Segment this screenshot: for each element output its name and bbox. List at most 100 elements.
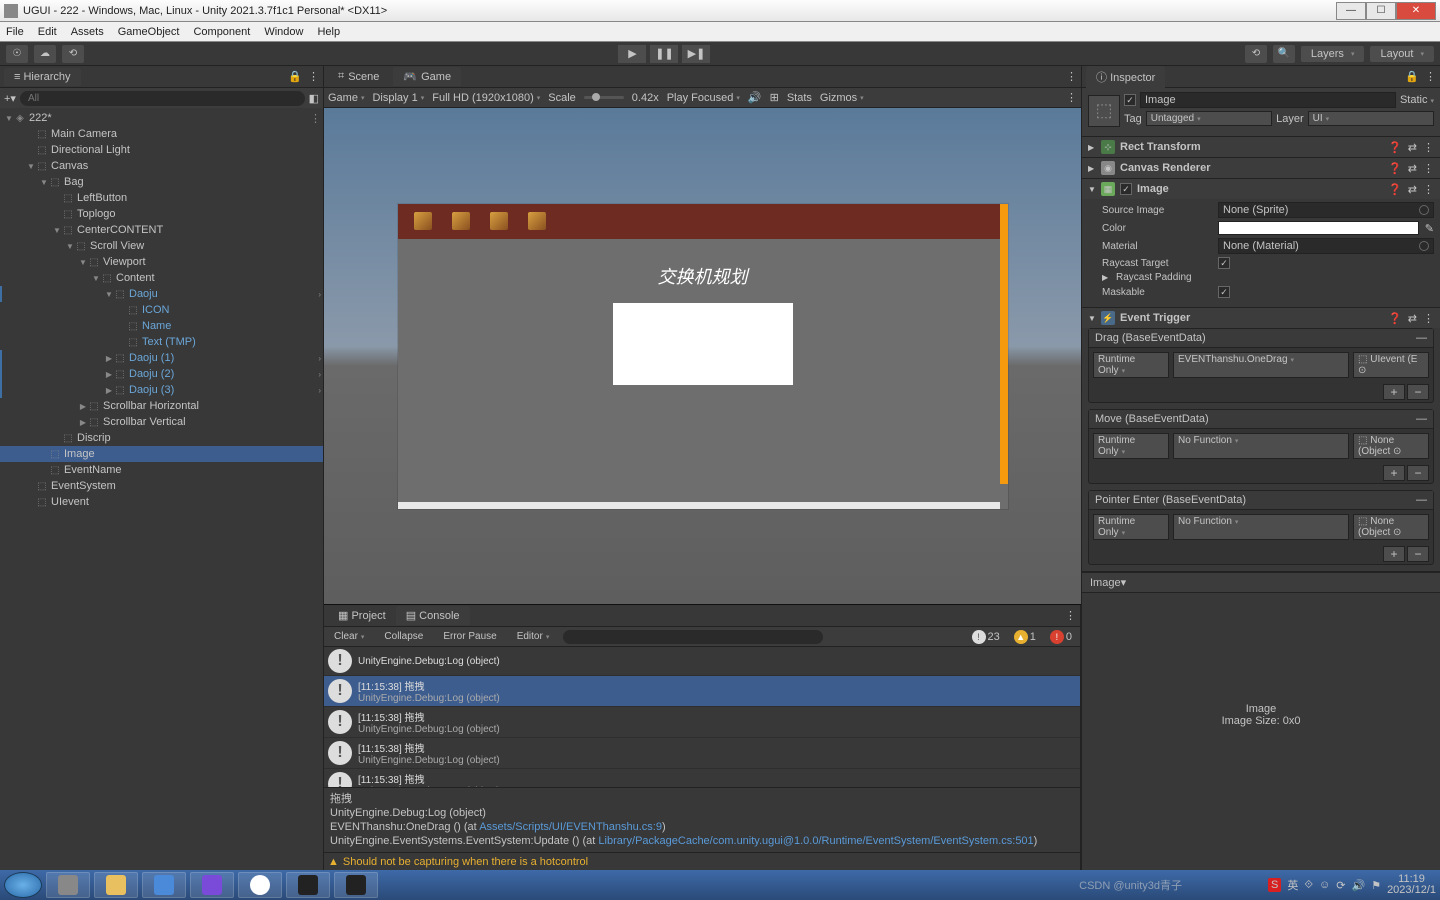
hierarchy-item[interactable]: ⬚Directional Light: [0, 142, 323, 158]
console-log-row[interactable]: !UnityEngine.Debug:Log (object): [324, 647, 1080, 676]
panel-menu-icon[interactable]: ⋮: [1065, 609, 1076, 622]
hierarchy-item[interactable]: ▶⬚Scrollbar Horizontal: [0, 398, 323, 414]
event-mode-dropdown[interactable]: Runtime Only: [1093, 514, 1169, 540]
warn-count[interactable]: ▲1: [1010, 630, 1040, 644]
close-button[interactable]: ✕: [1396, 2, 1436, 20]
editor-dropdown[interactable]: Editor: [511, 630, 556, 643]
undo-button[interactable]: ⟲: [1245, 45, 1267, 63]
console-log-row[interactable]: ![11:15:38] 拖拽UnityEngine.Debug:Log (obj…: [324, 707, 1080, 738]
tray-icon[interactable]: ⚑: [1371, 879, 1381, 892]
hierarchy-item[interactable]: ▶⬚Daoju (3)›: [0, 382, 323, 398]
pause-button[interactable]: ❚❚: [650, 45, 678, 63]
task-button[interactable]: [94, 872, 138, 898]
event-mode-dropdown[interactable]: Runtime Only: [1093, 352, 1169, 378]
hierarchy-item[interactable]: ▼⬚Daoju›: [0, 286, 323, 302]
hierarchy-item[interactable]: ▼⬚Content: [0, 270, 323, 286]
layout-dropdown[interactable]: Layout: [1370, 46, 1434, 62]
collapse-button[interactable]: Collapse: [378, 630, 429, 643]
game-tab[interactable]: 🎮 Game: [393, 67, 461, 86]
task-button[interactable]: [190, 872, 234, 898]
hierarchy-item[interactable]: ⬚LeftButton: [0, 190, 323, 206]
task-button[interactable]: [46, 872, 90, 898]
clear-button[interactable]: Clear: [328, 630, 370, 643]
material-field[interactable]: None (Material): [1218, 238, 1434, 254]
console-list[interactable]: !UnityEngine.Debug:Log (object)![11:15:3…: [324, 647, 1080, 787]
ime-lang[interactable]: 英: [1287, 877, 1298, 893]
minimize-button[interactable]: —: [1336, 2, 1366, 20]
console-log-row[interactable]: ![11:15:38] 拖拽UnityEngine.Debug:Log (obj…: [324, 769, 1080, 787]
bag-item[interactable]: [410, 208, 436, 234]
eyedropper-icon[interactable]: ✎: [1425, 222, 1434, 235]
gizmos-dropdown[interactable]: Gizmos: [820, 92, 864, 104]
panel-menu-icon[interactable]: ⋮: [1425, 70, 1436, 83]
history-button[interactable]: ⟲: [62, 45, 84, 63]
menu-file[interactable]: File: [6, 26, 24, 38]
event-function-dropdown[interactable]: No Function: [1173, 514, 1349, 540]
menu-gameobject[interactable]: GameObject: [118, 26, 180, 38]
hierarchy-item[interactable]: ⬚ICON: [0, 302, 323, 318]
hierarchy-item[interactable]: ▼⬚CenterCONTENT: [0, 222, 323, 238]
static-dropdown[interactable]: Static: [1400, 94, 1434, 106]
tray-icon[interactable]: ☺: [1319, 879, 1330, 891]
bag-item[interactable]: [524, 208, 550, 234]
maskable-checkbox[interactable]: [1218, 286, 1230, 298]
tray-icon[interactable]: ⟳: [1336, 879, 1345, 892]
search-button[interactable]: 🔍: [1273, 45, 1295, 63]
hierarchy-item[interactable]: ⬚EventName: [0, 462, 323, 478]
scrollbar-vertical[interactable]: [1000, 204, 1008, 484]
display-dropdown[interactable]: Display 1: [372, 92, 424, 104]
step-button[interactable]: ▶❚: [682, 45, 710, 63]
hierarchy-item[interactable]: ▼⬚Canvas: [0, 158, 323, 174]
hierarchy-item[interactable]: ⬚Main Camera: [0, 126, 323, 142]
raycast-target-checkbox[interactable]: [1218, 257, 1230, 269]
console-search[interactable]: [563, 630, 823, 644]
filter-icon[interactable]: ◧: [309, 92, 319, 105]
event-object-field[interactable]: ⬚ None (Object ⊙: [1353, 514, 1429, 540]
task-button[interactable]: [334, 872, 378, 898]
menu-component[interactable]: Component: [193, 26, 250, 38]
lock-icon[interactable]: 🔒: [1405, 70, 1419, 83]
hierarchy-item[interactable]: ⬚EventSystem: [0, 478, 323, 494]
panel-menu-icon[interactable]: ⋮: [1066, 70, 1077, 83]
hierarchy-item[interactable]: ⬚UIevent: [0, 494, 323, 510]
image-enabled-checkbox[interactable]: [1120, 183, 1132, 195]
hierarchy-item[interactable]: ▶⬚Daoju (1)›: [0, 350, 323, 366]
hierarchy-item[interactable]: ⬚Toplogo: [0, 206, 323, 222]
tray-icon[interactable]: 🔊: [1351, 879, 1365, 892]
tag-dropdown[interactable]: Untagged: [1146, 111, 1272, 126]
menu-help[interactable]: Help: [317, 26, 340, 38]
stack-link[interactable]: Assets/Scripts/UI/EVENThanshu.cs:9: [479, 821, 662, 833]
menu-assets[interactable]: Assets: [71, 26, 104, 38]
task-button[interactable]: [238, 872, 282, 898]
layer-dropdown[interactable]: UI: [1308, 111, 1434, 126]
layers-dropdown[interactable]: Layers: [1301, 46, 1365, 62]
source-image-field[interactable]: None (Sprite): [1218, 202, 1434, 218]
color-field[interactable]: [1218, 221, 1419, 235]
bag-item[interactable]: [486, 208, 512, 234]
image-element[interactable]: [613, 303, 793, 385]
event-object-field[interactable]: ⬚ UIevent (E ⊙: [1353, 352, 1429, 378]
start-button[interactable]: [4, 872, 42, 898]
event-object-field[interactable]: ⬚ None (Object ⊙: [1353, 433, 1429, 459]
hierarchy-item[interactable]: ⬚Discrip: [0, 430, 323, 446]
scene-tab[interactable]: ⌗ Scene: [328, 67, 389, 86]
bag-item[interactable]: [448, 208, 474, 234]
hierarchy-tree[interactable]: ▼◈ 222* ⋮ ⬚Main Camera⬚Directional Light…: [0, 108, 323, 870]
console-log-row[interactable]: ![11:15:38] 拖拽UnityEngine.Debug:Log (obj…: [324, 676, 1080, 707]
mute-icon[interactable]: 🔊: [748, 91, 762, 104]
remove-event-button[interactable]: −: [1407, 546, 1429, 562]
add-button[interactable]: +▾: [4, 92, 16, 105]
hierarchy-item[interactable]: ▼⬚Viewport: [0, 254, 323, 270]
hierarchy-item[interactable]: ▼⬚Bag: [0, 174, 323, 190]
event-function-dropdown[interactable]: EVENThanshu.OneDrag: [1173, 352, 1349, 378]
hierarchy-search[interactable]: [20, 91, 305, 106]
material-strip[interactable]: Image ▾: [1082, 572, 1440, 592]
hierarchy-tab[interactable]: ≡ Hierarchy: [4, 68, 81, 86]
hierarchy-item[interactable]: ⬚Image: [0, 446, 323, 462]
event-function-dropdown[interactable]: No Function: [1173, 433, 1349, 459]
hierarchy-item[interactable]: ▼⬚Scroll View: [0, 238, 323, 254]
task-button[interactable]: [286, 872, 330, 898]
resolution-dropdown[interactable]: Full HD (1920x1080): [432, 92, 540, 104]
image-component-header[interactable]: ▼▦ Image ❓⇄⋮: [1082, 179, 1440, 199]
remove-event-button[interactable]: −: [1407, 384, 1429, 400]
